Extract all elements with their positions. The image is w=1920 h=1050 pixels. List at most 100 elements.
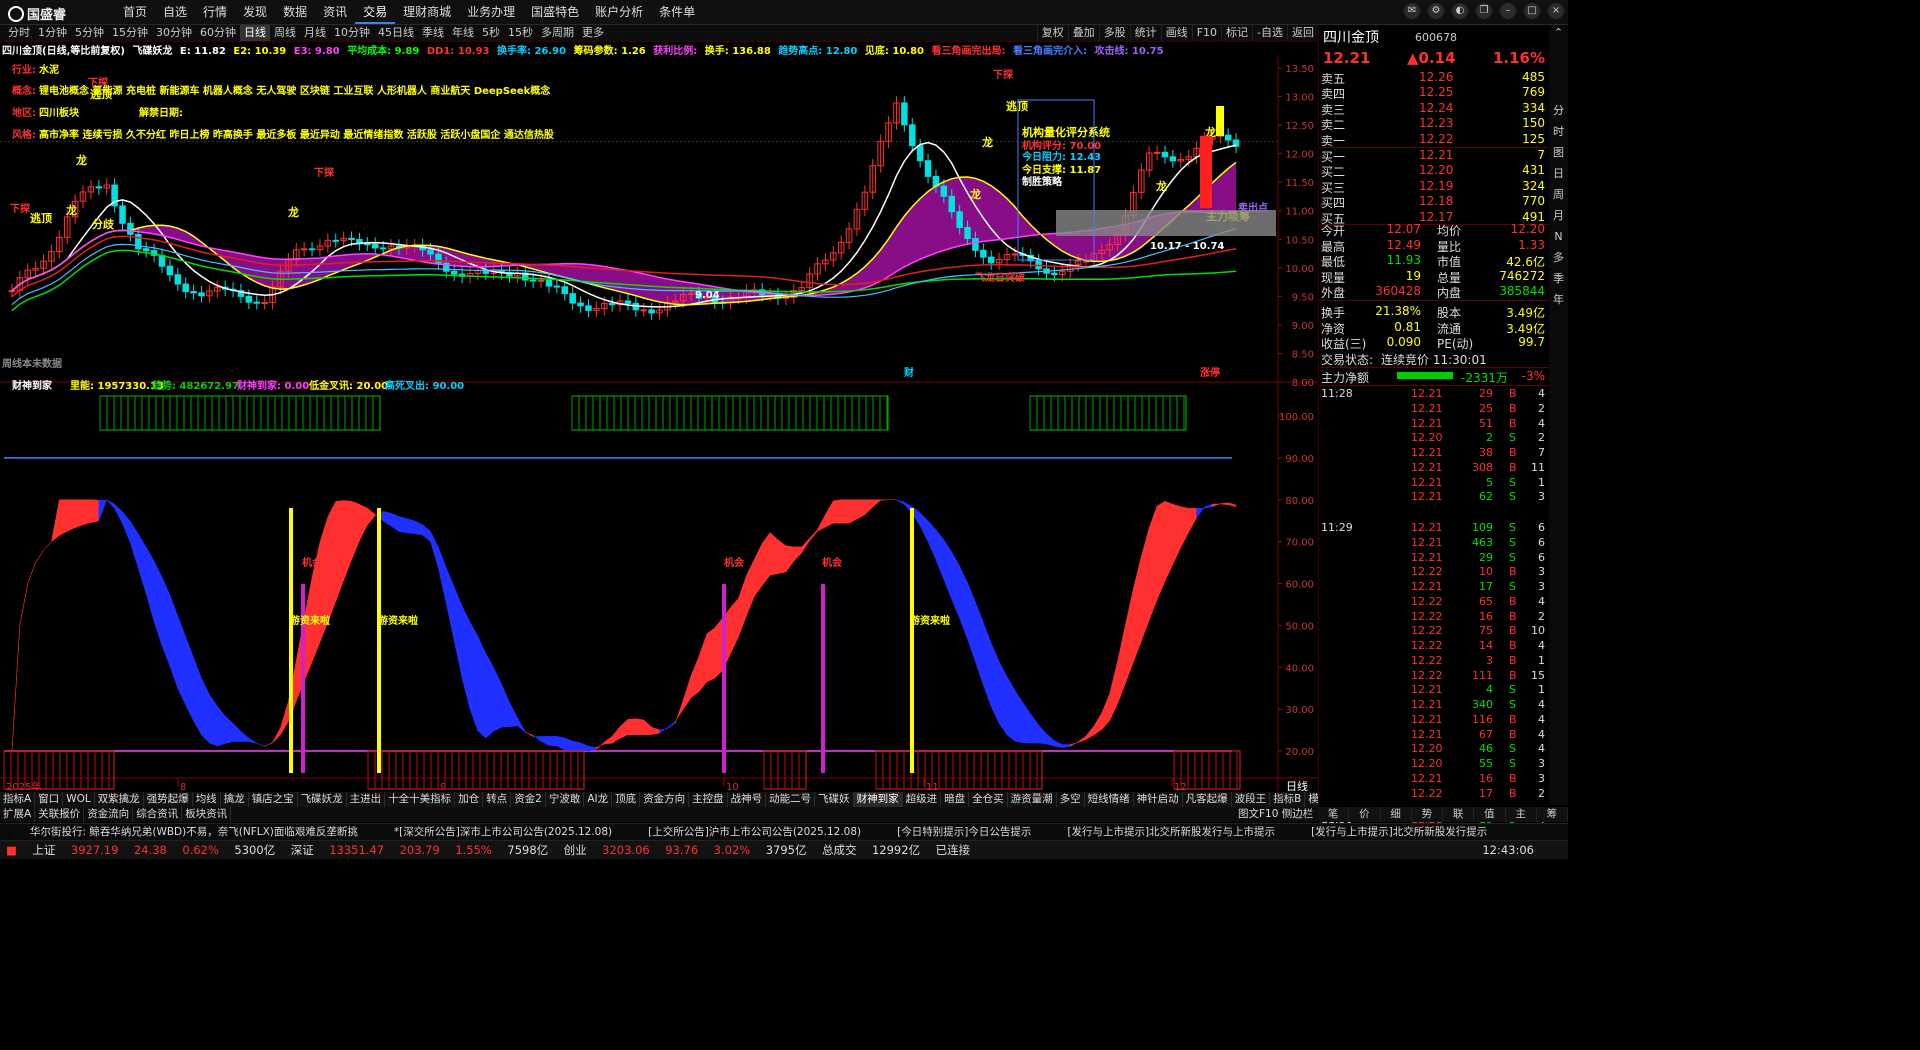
vertical-tab[interactable]: 图 (1549, 145, 1568, 160)
message-icon[interactable]: ✉ (1404, 3, 1420, 19)
cy-label[interactable]: 创业 (564, 843, 587, 857)
quote-panel-tab[interactable]: 价 (1349, 807, 1381, 822)
quote-panel-tab[interactable]: 细 (1381, 807, 1412, 822)
settings-icon[interactable]: ⚙ (1428, 3, 1444, 19)
indicator-name[interactable]: 飞碟妖龙 (132, 46, 172, 56)
chevron-up-icon[interactable]: ⌃ (1549, 25, 1568, 43)
vertical-tab[interactable]: 日 (1549, 166, 1568, 181)
indicator-tab[interactable]: 波段王 (1232, 792, 1271, 807)
vertical-tab[interactable]: 多 (1549, 250, 1568, 265)
top-menu-item[interactable]: 账户分析 (587, 0, 651, 24)
indicator-tab[interactable]: 全仓买 (969, 792, 1008, 807)
indicator-tab[interactable]: 短线情绪 (1085, 792, 1134, 807)
period-tab[interactable]: 15分钟 (108, 25, 152, 41)
top-menu-item[interactable]: 首页 (115, 0, 155, 24)
indicator-tab[interactable]: 镇店之宝 (249, 792, 298, 807)
vertical-tab[interactable]: 时 (1549, 124, 1568, 139)
indicator-tab[interactable]: AI龙 (584, 792, 613, 807)
indicator-tab[interactable]: 双紫擒龙 (95, 792, 144, 807)
top-menu-item[interactable]: 条件单 (651, 0, 703, 24)
restore-icon[interactable]: ❐ (1476, 3, 1492, 19)
indicator-tab[interactable]: 飞碟妖龙 (298, 792, 347, 807)
top-menu-item[interactable]: 发现 (235, 0, 275, 24)
period-tab[interactable]: 10分钟 (330, 25, 374, 41)
chart-tool-button[interactable]: 复权 (1036, 25, 1068, 41)
indicator-tab[interactable]: 主控盘 (689, 792, 728, 807)
indicator-tab[interactable]: 暗盘 (941, 792, 970, 807)
ask-row[interactable]: 卖五 12.26 485 (1319, 70, 1549, 86)
chart-tool-button[interactable]: 统计 (1129, 25, 1161, 41)
vertical-tab[interactable]: 周 (1549, 187, 1568, 202)
quote-panel-tab[interactable]: 联 (1443, 807, 1475, 822)
indicator-tab[interactable]: 强势起爆 (144, 792, 193, 807)
top-menu-item[interactable]: 业务办理 (459, 0, 523, 24)
quote-panel-tab[interactable]: 主 (1506, 807, 1537, 822)
period-tab[interactable]: 更多 (578, 25, 608, 41)
sub-tab[interactable]: 关联报价 (35, 807, 85, 822)
top-menu-item[interactable]: 理财商城 (395, 0, 459, 24)
indicator-tab[interactable]: 游资量潮 (1008, 792, 1057, 807)
indicator-tab[interactable]: 宁波敢 (546, 792, 585, 807)
period-tab[interactable]: 5秒 (478, 25, 504, 41)
indicator-tab[interactable]: 多空 (1057, 792, 1085, 807)
indicator-tab[interactable]: 动能二号 (766, 792, 816, 807)
period-tab[interactable]: 45日线 (374, 25, 418, 41)
period-tab[interactable]: 月线 (300, 25, 330, 41)
indicator-tab[interactable]: 窗口 (35, 792, 64, 807)
news-item[interactable]: [发行与上市提示]北交所新股发行与上市提示 (1067, 826, 1275, 838)
period-tab[interactable]: 5分钟 (71, 25, 108, 41)
period-tab[interactable]: 季线 (418, 25, 448, 41)
ask-row[interactable]: 卖一 12.22 125 (1319, 132, 1549, 148)
sh-label[interactable]: 上证 (32, 843, 55, 857)
vertical-tab[interactable]: 月 (1549, 208, 1568, 223)
f10-link[interactable]: 图文F10 侧边栏 (1238, 807, 1313, 822)
chart-tool-button[interactable]: -自选 (1252, 25, 1287, 41)
chart-tool-button[interactable]: 画线 (1160, 25, 1192, 41)
news-item[interactable]: [上交所公告]沪市上市公司公告(2025.12.08) (648, 826, 861, 838)
top-menu-item[interactable]: 资讯 (315, 0, 355, 24)
bid-row[interactable]: 买一 12.21 7 (1319, 148, 1549, 164)
indicator-tab[interactable]: 顶底 (612, 792, 641, 807)
skin-icon[interactable]: ◐ (1452, 3, 1468, 19)
indicator-tab[interactable]: 模板 (1305, 792, 1318, 807)
period-tab[interactable]: 15秒 (504, 25, 537, 41)
sz-label[interactable]: 深证 (291, 843, 314, 857)
quote-panel-tab[interactable]: 笔 (1318, 807, 1350, 822)
sub-tab[interactable]: 板块资讯 (182, 807, 232, 822)
chart-tool-button[interactable]: 多股 (1098, 25, 1130, 41)
minimize-icon[interactable]: – (1500, 3, 1516, 19)
period-tab[interactable]: 30分钟 (152, 25, 196, 41)
indicator-tab[interactable]: 神针启动 (1134, 792, 1183, 807)
bid-row[interactable]: 买四 12.18 770 (1319, 194, 1549, 210)
indicator-tab[interactable]: 资金2 (511, 792, 546, 807)
top-menu-item[interactable]: 行情 (195, 0, 235, 24)
period-tab[interactable]: 多周期 (537, 25, 578, 41)
indicator-tab[interactable]: WOL (63, 792, 95, 807)
news-item[interactable]: *[深交所公告]深市上市公司公告(2025.12.08) (394, 826, 612, 838)
top-menu-item[interactable]: 自选 (155, 0, 195, 24)
indicator-tab[interactable]: 转点 (483, 792, 512, 807)
chart-tool-button[interactable]: 叠加 (1067, 25, 1099, 41)
chart-tool-button[interactable]: 标记 (1221, 25, 1252, 41)
news-item[interactable]: 华尔街投行: 鲸吞华纳兄弟(WBD)不易，奈飞(NFLX)面临艰难反垄断挑 (30, 826, 358, 838)
period-tab[interactable]: 60分钟 (196, 25, 240, 41)
indicator-tab[interactable]: 指标A (0, 792, 36, 807)
ask-row[interactable]: 卖三 12.24 334 (1319, 101, 1549, 117)
period-tab[interactable]: 日线 (240, 25, 270, 41)
news-ticker[interactable]: 华尔街投行: 鲸吞华纳兄弟(WBD)不易，奈飞(NFLX)面临艰难反垄断挑 *[深… (0, 823, 1568, 840)
indicator-tab[interactable]: 凡客起爆 (1183, 792, 1232, 807)
app-logo[interactable]: 国盛睿 (8, 4, 66, 23)
chart-tool-button[interactable]: 返回 (1287, 25, 1318, 41)
news-item[interactable]: [今日特别提示]今日公告提示 (897, 826, 1031, 838)
indicator-tab[interactable]: 主进出 (347, 792, 386, 807)
top-menu-item[interactable]: 国盛特色 (523, 0, 587, 24)
sub-tab[interactable]: 扩展A (0, 807, 36, 822)
bid-row[interactable]: 买三 12.19 324 (1319, 179, 1549, 195)
period-tab[interactable]: 分时 (4, 25, 34, 41)
indicator-tab[interactable]: 指标B (1270, 792, 1306, 807)
close-icon[interactable]: × (1548, 3, 1564, 19)
indicator-tab[interactable]: 资金方向 (640, 792, 690, 807)
top-menu-item[interactable]: 数据 (275, 0, 315, 24)
period-tab[interactable]: 周线 (270, 25, 300, 41)
quote-panel-tab[interactable]: 势 (1412, 807, 1443, 822)
